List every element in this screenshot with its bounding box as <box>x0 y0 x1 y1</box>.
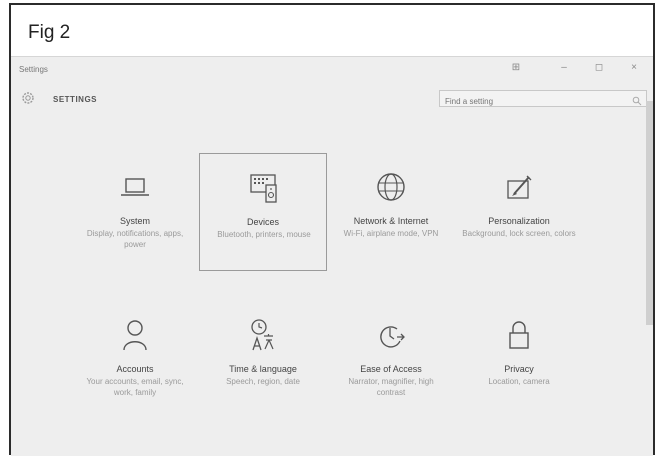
time-language-icon <box>199 315 327 355</box>
pin-button[interactable]: ⊞ <box>509 62 523 73</box>
page-title: SETTINGS <box>53 95 98 104</box>
tile-label: Time & language <box>229 364 297 374</box>
tile-description: Your accounts, email, sync, work, family <box>86 377 184 397</box>
tile-accounts[interactable]: Accounts Your accounts, email, sync, wor… <box>71 301 199 419</box>
tile-label: System <box>119 216 150 226</box>
maximize-button[interactable]: ◻ <box>592 62 606 73</box>
scrollbar[interactable] <box>646 101 653 325</box>
tile-privacy[interactable]: Privacy Location, camera <box>455 301 583 419</box>
search-input[interactable] <box>440 94 630 109</box>
tile-system[interactable]: System Display, notifications, apps, pow… <box>71 153 199 271</box>
tile-label: Personalization <box>488 216 550 226</box>
tile-description: Display, notifications, apps, power <box>86 229 184 249</box>
settings-window: Settings ⊞ – ◻ × SETTINGS Find a setting… <box>11 56 653 456</box>
tile-label: Ease of Access <box>360 364 422 374</box>
app-title: Settings <box>19 65 48 74</box>
search-box[interactable] <box>439 90 647 109</box>
tile-description: Bluetooth, printers, mouse <box>217 230 311 239</box>
title-bar: Settings ⊞ – ◻ × <box>11 57 653 83</box>
paint-icon <box>455 167 583 207</box>
globe-icon <box>327 167 455 207</box>
gear-icon <box>21 91 35 105</box>
tile-description: Narrator, magnifier, high contrast <box>348 377 434 397</box>
devices-icon <box>200 168 326 208</box>
tile-personalization[interactable]: Personalization Background, lock screen,… <box>455 153 583 271</box>
tile-devices[interactable]: Devices Bluetooth, printers, mouse <box>199 153 327 271</box>
ease-of-access-icon <box>327 315 455 355</box>
tile-time-language[interactable]: Time & language Speech, region, date <box>199 301 327 419</box>
tile-label: Accounts <box>116 364 154 374</box>
tile-description: Wi-Fi, airplane mode, VPN <box>343 229 439 238</box>
tile-label: Privacy <box>504 364 534 374</box>
settings-header: SETTINGS <box>11 84 653 118</box>
figure-label: Fig 2 <box>28 22 71 43</box>
tile-ease-of-access[interactable]: Ease of Access Narrator, magnifier, high… <box>327 301 455 419</box>
close-button[interactable]: × <box>627 62 641 73</box>
tile-label: Devices <box>246 217 279 227</box>
tile-network[interactable]: Network & Internet Wi-Fi, airplane mode,… <box>327 153 455 271</box>
lock-icon <box>455 315 583 355</box>
tile-description: Speech, region, date <box>226 377 300 386</box>
minimize-button[interactable]: – <box>557 62 571 73</box>
person-icon <box>71 315 199 355</box>
search-icon[interactable] <box>632 93 642 106</box>
tile-label: Network & Internet <box>353 216 429 226</box>
tile-description: Location, camera <box>488 377 550 386</box>
laptop-icon <box>71 167 199 207</box>
tile-description: Background, lock screen, colors <box>462 229 576 238</box>
